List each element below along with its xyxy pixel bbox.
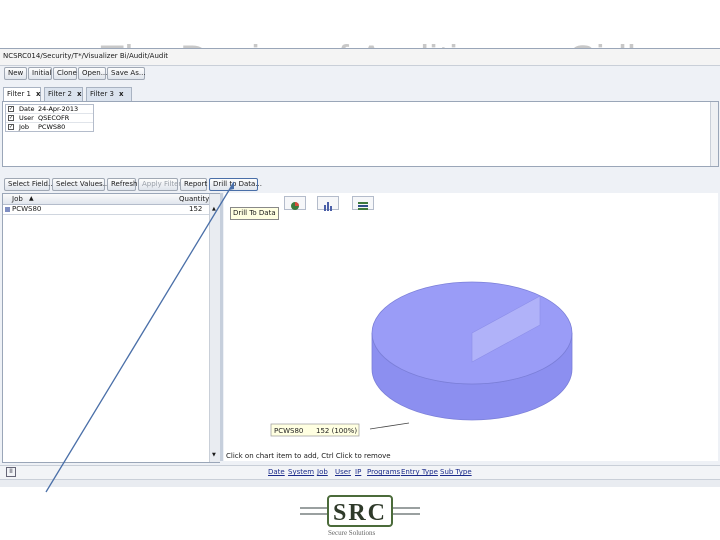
logo-tagline: Secure Solutions bbox=[328, 529, 376, 537]
callout-arrow bbox=[45, 181, 235, 493]
logo-text: SRC bbox=[333, 500, 387, 526]
logo-graphic: SRC bbox=[300, 495, 420, 527]
